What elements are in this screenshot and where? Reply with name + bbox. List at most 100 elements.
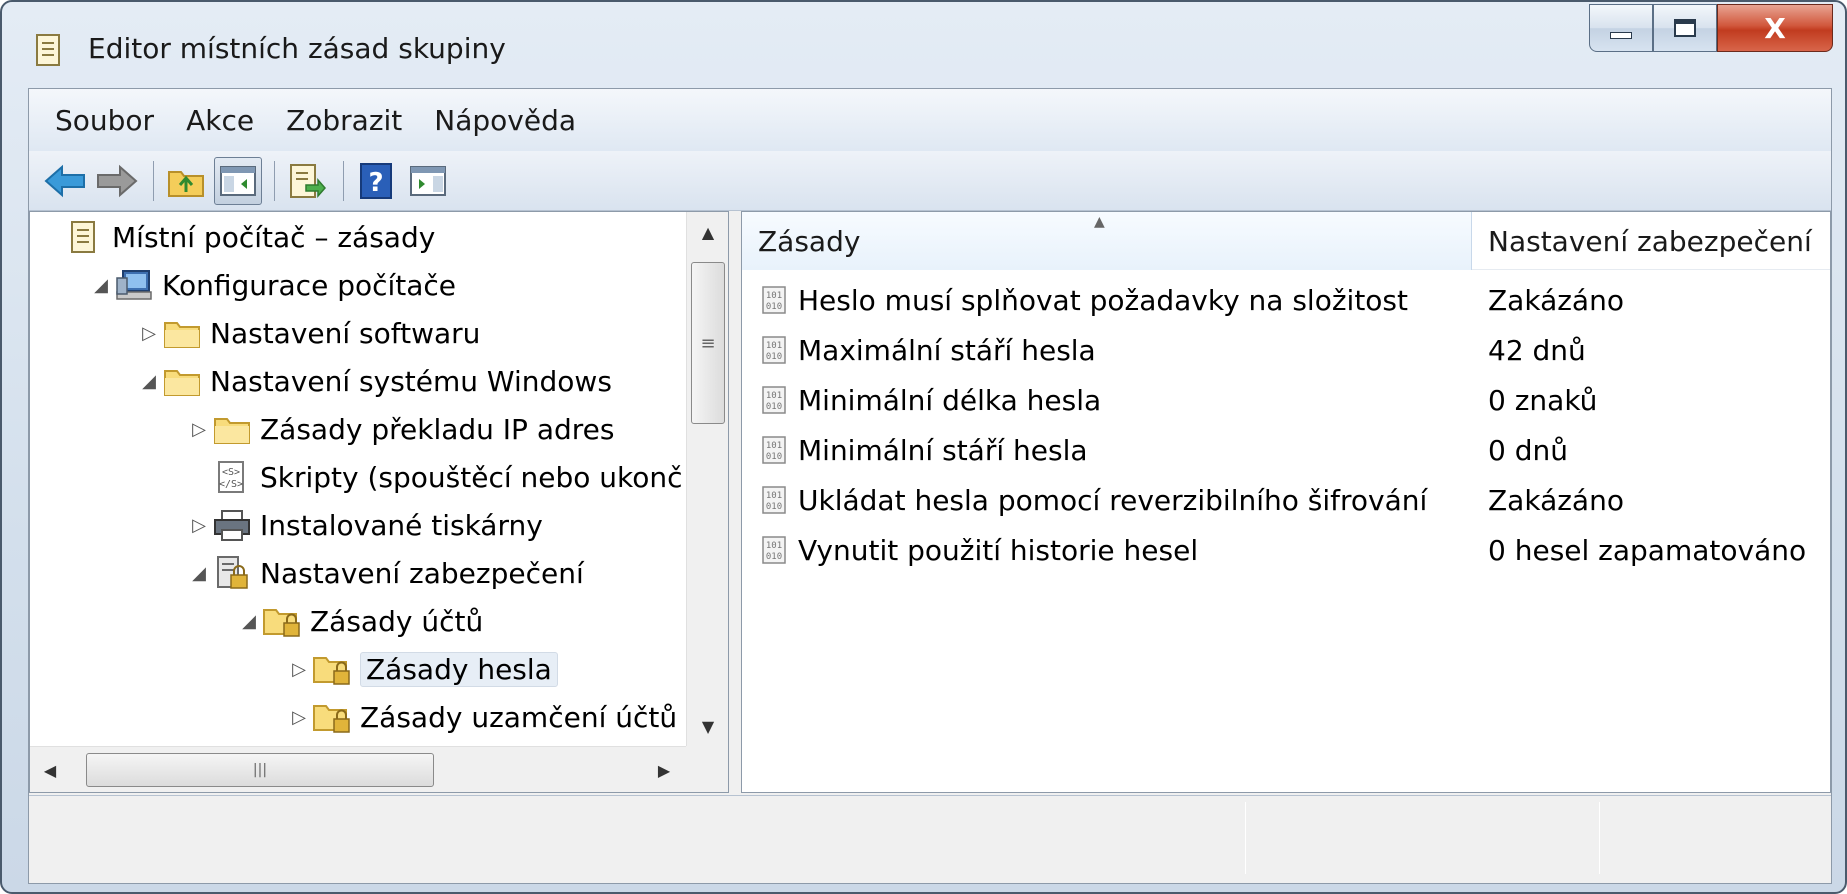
back-button[interactable] [41,157,89,205]
policy-setting-icon: 101 010 [758,283,792,317]
tree-item-security-settings[interactable]: ◢ Nastavení zabezpečení [186,550,584,596]
tree-item-label: Konfigurace počítače [162,268,457,302]
svg-text:101: 101 [766,541,782,551]
tree-item-ip-translation-policies[interactable]: ▷ Zásady překladu IP adres [186,406,614,452]
expand-arrow-icon[interactable]: ▷ [286,659,312,680]
policy-value: Zakázáno [1488,483,1624,517]
policy-setting-icon: 101 010 [758,533,792,567]
tree-vertical-scrollbar[interactable]: ▲ ≡ ▼ [686,212,728,746]
list-item[interactable]: 101 010 Ukládat hesla pomocí reverzibilní… [742,478,1830,522]
policy-value: 0 znaků [1488,383,1598,417]
export-list-button[interactable] [283,157,331,205]
up-one-level-button[interactable] [162,157,210,205]
policy-value: 0 hesel zapamatováno [1488,533,1807,567]
column-header-policy[interactable]: Zásady ▲ [742,212,1472,270]
status-bar [29,795,1831,883]
title-bar[interactable]: Editor místních zásad skupiny X [2,2,1845,88]
policy-name: Maximální stáří hesla [798,333,1096,367]
help-button[interactable]: ? [352,157,400,205]
tree-item-computer-configuration[interactable]: ◢ Konfigurace počítače [88,262,456,308]
scroll-down-arrow-icon[interactable]: ▼ [687,706,729,746]
console-tree-icon [220,165,256,196]
column-header-label: Nastavení zabezpečení [1488,224,1812,258]
show-hide-tree-button[interactable] [214,156,262,205]
tree-item-windows-settings[interactable]: ◢ Nastavení systému Windows [136,358,612,404]
scroll-right-arrow-icon[interactable]: ▶ [644,747,684,793]
menu-help[interactable]: Nápověda [418,104,592,137]
svg-text:<S>: <S> [222,467,240,478]
close-button[interactable]: X [1717,4,1833,52]
collapse-arrow-icon[interactable]: ◢ [136,371,162,392]
close-icon: X [1764,11,1786,45]
toolbar-separator [274,160,275,201]
tree-item-local-computer-policy[interactable]: Místní počítač – zásady [38,214,435,260]
svg-text:?: ? [368,168,383,198]
collapse-arrow-icon[interactable]: ◢ [186,563,212,584]
policy-name: Vynutit použití historie hesel [798,533,1199,567]
security-settings-icon [212,555,252,591]
folder-icon [162,315,202,351]
vertical-scroll-thumb[interactable]: ≡ [691,262,725,424]
list-item[interactable]: 101 010 Minimální stáří hesla 0 dnů [742,428,1830,472]
folder-up-icon [168,170,204,197]
tree-item-password-policy[interactable]: ▷ Zásady hesla [286,646,558,692]
tree-item-scripts[interactable]: <S> </S> Skripty (spouštěcí nebo ukonč [186,454,683,500]
tree-item-label: Nastavení softwaru [210,316,481,350]
expand-arrow-icon[interactable]: ▷ [186,515,212,536]
help-icon: ? [360,162,392,199]
list-item[interactable]: 101 010 Vynutit použití historie hesel 0 … [742,528,1830,572]
column-header-security-setting[interactable]: Nastavení zabezpečení [1472,212,1830,270]
policy-setting-icon: 101 010 [758,433,792,467]
policy-setting-icon: 101 010 [758,383,792,417]
maximize-button[interactable] [1653,4,1717,52]
policy-value: Zakázáno [1488,283,1624,317]
policy-list: Zásady ▲ Nastavení zabezpečení 101 010 He… [741,211,1831,793]
status-separator [1245,802,1246,874]
main-window: Editor místních zásad skupiny X Soubor A… [0,0,1847,894]
tree-horizontal-scrollbar[interactable]: ◀ ||| ▶ [30,746,728,792]
tree-list: Místní počítač – zásady ◢ Konfigurace po… [30,212,685,746]
tree-item-account-policies[interactable]: ◢ Zásady účtů [236,598,483,644]
locked-folder-icon [312,651,352,687]
tree-item-software-settings[interactable]: ▷ Nastavení softwaru [136,310,480,356]
policy-name: Minimální stáří hesla [798,433,1088,467]
expand-arrow-icon[interactable]: ▷ [136,323,162,344]
caption-buttons: X [1589,4,1833,52]
menu-file[interactable]: Soubor [39,104,170,137]
policy-document-icon [64,219,104,255]
scroll-up-arrow-icon[interactable]: ▲ [687,212,729,252]
forward-button[interactable] [93,157,141,205]
policy-name: Heslo musí splňovat požadavky na složito… [798,283,1408,317]
forward-arrow-icon [97,164,138,197]
collapse-arrow-icon[interactable]: ◢ [88,275,114,296]
menu-view[interactable]: Zobrazit [270,104,418,137]
show-hide-action-pane-button[interactable] [404,157,452,205]
list-item[interactable]: 101 010 Maximální stáří hesla 42 dnů [742,328,1830,372]
locked-folder-icon [312,699,352,735]
expand-arrow-icon[interactable]: ▷ [186,419,212,440]
tree-item-deployed-printers[interactable]: ▷ Instalované tiskárny [186,502,543,548]
tree-item-account-lockout-policy[interactable]: ▷ Zásady uzamčení účtů [286,694,677,740]
menu-action[interactable]: Akce [170,104,270,137]
minimize-icon [1610,31,1632,39]
export-list-icon [290,163,326,198]
svg-text:101: 101 [766,341,782,351]
maximize-icon [1674,19,1696,37]
horizontal-scroll-thumb[interactable]: ||| [86,753,434,787]
collapse-arrow-icon[interactable]: ◢ [236,611,262,632]
list-header: Zásady ▲ Nastavení zabezpečení [742,212,1830,270]
tree-item-label: Nastavení zabezpečení [260,556,584,590]
action-pane-icon [410,165,446,196]
svg-text:101: 101 [766,291,782,301]
policy-name: Ukládat hesla pomocí reverzibilního šifr… [798,483,1428,517]
scrollbar-corner [686,746,728,792]
svg-text:101: 101 [766,391,782,401]
list-item[interactable]: 101 010 Minimální délka hesla 0 znaků [742,378,1830,422]
svg-text:</S>: </S> [219,479,243,490]
folder-icon [162,363,202,399]
minimize-button[interactable] [1589,4,1653,52]
scroll-left-arrow-icon[interactable]: ◀ [30,747,70,793]
list-item[interactable]: 101 010 Heslo musí splňovat požadavky na … [742,278,1830,322]
tree-item-label: Zásady hesla [360,651,558,687]
expand-arrow-icon[interactable]: ▷ [286,707,312,728]
